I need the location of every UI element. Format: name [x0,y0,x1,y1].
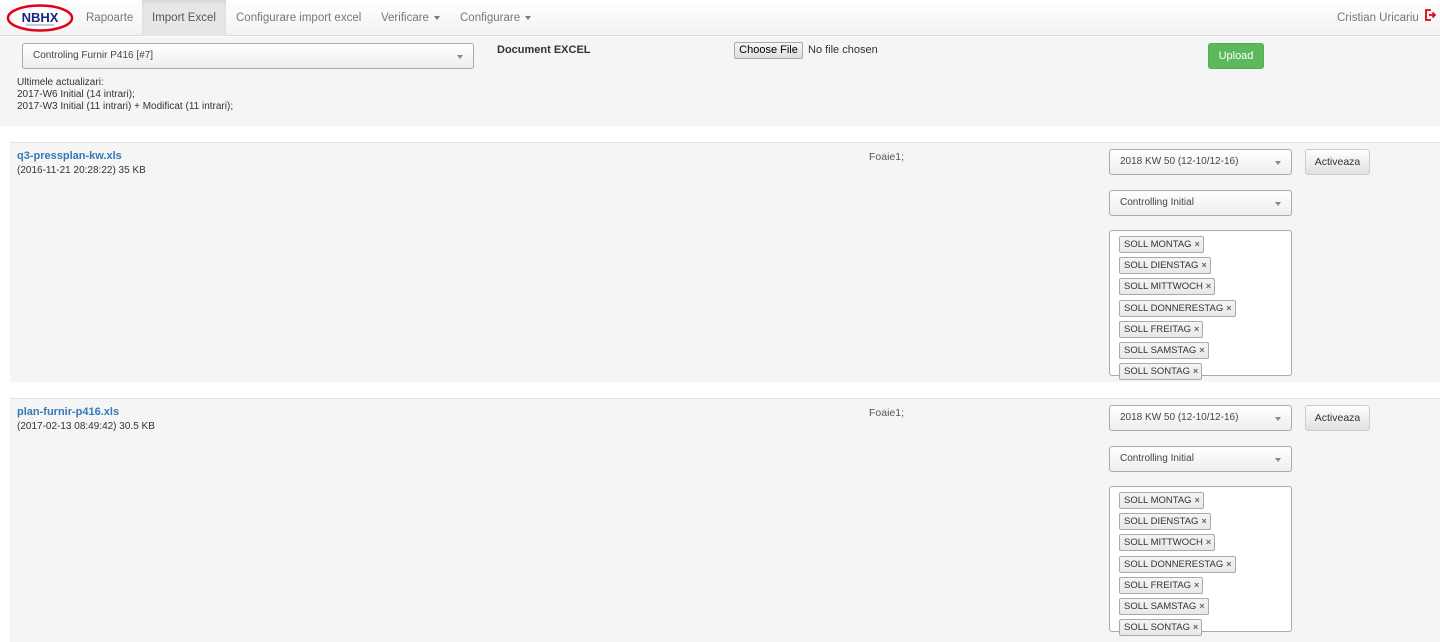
tag-label: SOLL SONTAG [1124,366,1190,378]
tag-label: SOLL DIENSTAG [1124,516,1199,528]
dropdown-arrow-icon [457,55,463,59]
tag-label: SOLL DONNERESTAG [1124,558,1224,570]
column-tag: SOLL MONTAG × [1119,236,1204,253]
recent-updates-title: Ultimele actualizari: [17,77,104,88]
import-type-select[interactable]: Controlling Initial [1109,190,1292,216]
file-name-link[interactable]: q3-pressplan-kw.xls [17,150,122,162]
nav-verificare-dropdown[interactable]: Verificare [371,0,450,36]
nav-verificare-label: Verificare [381,12,429,24]
times-icon[interactable]: × [1201,516,1206,526]
update-line: 2017-W3 Initial (11 intrari) + Modificat… [17,101,234,112]
tag-label: SOLL MITTWOCH [1124,537,1203,549]
times-icon[interactable]: × [1195,239,1200,249]
week-select-value: 2018 KW 50 (12-10/12-16) [1120,156,1239,167]
times-icon[interactable]: × [1193,366,1198,376]
column-tag: SOLL MONTAG × [1119,492,1204,509]
top-navbar: NBHX Rapoarte Import Excel Configurare i… [0,0,1440,36]
nav-import-excel-label: Import Excel [152,12,216,24]
tag-label: SOLL SAMSTAG [1124,600,1197,612]
column-tag: SOLL SONTAG × [1119,363,1203,381]
nav-rapoarte-label: Rapoarte [86,12,134,24]
column-tag: SOLL FREITAG × [1119,320,1204,338]
times-icon[interactable]: × [1194,324,1199,334]
dropdown-arrow-icon [1275,161,1281,165]
column-tag: SOLL DIENSTAG × [1119,257,1211,275]
document-excel-label: Document EXCEL [497,44,591,56]
column-tag: SOLL SAMSTAG × [1119,597,1209,615]
tag-label: SOLL DONNERESTAG [1124,302,1224,314]
import-type-value: Controlling Initial [1120,453,1194,464]
column-tag: SOLL FREITAG × [1119,576,1204,594]
tag-label: SOLL MONTAG [1124,495,1192,506]
update-line: 2017-W6 Initial (14 intrari); [17,89,135,100]
times-icon[interactable]: × [1201,260,1206,270]
nav-configurare-import-excel[interactable]: Configurare import excel [226,0,371,36]
tag-label: SOLL MITTWOCH [1124,281,1203,293]
tag-label: SOLL FREITAG [1124,579,1192,591]
dropdown-arrow-icon [1275,202,1281,206]
activate-button[interactable]: Activeaza [1305,149,1370,175]
times-icon[interactable]: × [1206,281,1211,291]
times-icon[interactable]: × [1206,537,1211,547]
column-tag: SOLL MITTWOCH × [1119,278,1216,296]
times-icon[interactable]: × [1193,622,1198,632]
nav-configurare-label: Configurare [460,12,521,24]
sheet-name: Foaie1; [869,151,905,163]
column-tag: SOLL SONTAG × [1119,619,1203,637]
import-config-select[interactable]: Controling Furnir P416 [#7] [22,43,474,69]
times-icon[interactable]: × [1199,345,1204,355]
week-select-value: 2018 KW 50 (12-10/12-16) [1120,412,1239,423]
user-name: Cristian Uricariu [1337,12,1419,25]
times-icon[interactable]: × [1199,601,1204,611]
recent-updates: Ultimele actualizari: 2017-W6 Initial (1… [17,77,233,113]
nav-configurare-dropdown[interactable]: Configurare [450,0,541,36]
dropdown-arrow-icon [1275,458,1281,462]
no-file-text: No file chosen [808,44,878,56]
file-panel: q3-pressplan-kw.xls (2016-11-21 20:28:22… [10,142,1440,382]
tag-label: SOLL SONTAG [1124,622,1190,634]
tag-label: SOLL FREITAG [1124,323,1192,335]
file-meta: (2017-02-13 08:49:42) 30.5 KB [17,421,155,432]
file-panel: plan-furnir-p416.xls (2017-02-13 08:49:4… [10,398,1440,642]
tag-label: SOLL MONTAG [1124,239,1192,250]
logout-icon[interactable] [1424,0,1437,36]
tag-label: SOLL SAMSTAG [1124,344,1197,356]
activate-button[interactable]: Activeaza [1305,405,1370,431]
nbhx-logo[interactable]: NBHX [6,4,74,32]
tag-label: SOLL DIENSTAG [1124,260,1199,272]
upload-button[interactable]: Upload [1208,43,1264,69]
nav-rapoarte[interactable]: Rapoarte [76,0,143,36]
file-meta: (2016-11-21 20:28:22) 35 KB [17,165,146,176]
times-icon[interactable]: × [1226,303,1231,313]
file-name-link[interactable]: plan-furnir-p416.xls [17,406,119,418]
times-icon[interactable]: × [1226,559,1231,569]
import-type-value: Controlling Initial [1120,197,1194,208]
logo-text: NBHX [22,10,59,25]
times-icon[interactable]: × [1195,495,1200,505]
nav-import-excel[interactable]: Import Excel [142,0,226,36]
import-config-value: Controling Furnir P416 [#7] [33,50,154,61]
import-section: Controling Furnir P416 [#7] Document EXC… [0,37,1440,126]
import-type-select[interactable]: Controlling Initial [1109,446,1292,472]
caret-down-icon [525,15,532,20]
sheet-name: Foaie1; [869,407,905,419]
column-tag: SOLL MITTWOCH × [1119,534,1216,552]
column-tag: SOLL DONNERESTAG × [1119,555,1236,573]
column-tag: SOLL DIENSTAG × [1119,513,1211,531]
dropdown-arrow-icon [1275,417,1281,421]
column-tag: SOLL DONNERESTAG × [1119,299,1236,317]
week-select[interactable]: 2018 KW 50 (12-10/12-16) [1109,405,1292,431]
column-tags-select[interactable]: SOLL MONTAG × SOLL DIENSTAG × SOLL MITTWOC… [1109,486,1292,637]
times-icon[interactable]: × [1194,580,1199,590]
choose-file-button[interactable]: Choose File [734,42,803,59]
user-menu[interactable]: Cristian Uricariu [1337,0,1437,36]
column-tag: SOLL SAMSTAG × [1119,341,1209,359]
week-select[interactable]: 2018 KW 50 (12-10/12-16) [1109,149,1292,175]
caret-down-icon [433,15,440,20]
nav-configurare-import-excel-label: Configurare import excel [236,12,362,24]
column-tags-select[interactable]: SOLL MONTAG × SOLL DIENSTAG × SOLL MITTWOC… [1109,230,1292,381]
